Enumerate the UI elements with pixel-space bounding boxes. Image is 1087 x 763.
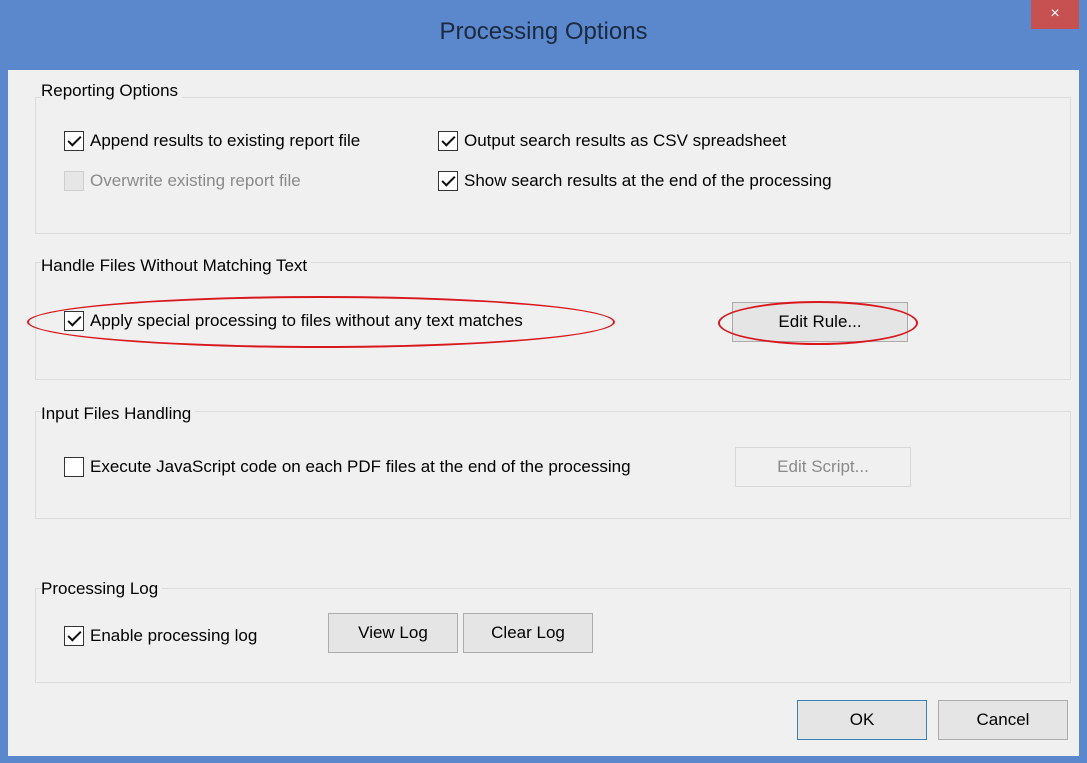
apply-special-processing-checkbox[interactable]: Apply special processing to files withou… — [64, 311, 523, 331]
apply-special-processing-check-icon[interactable] — [64, 311, 84, 331]
enable-processing-log-label: Enable processing log — [90, 626, 258, 645]
output-csv-checkbox[interactable]: Output search results as CSV spreadsheet — [438, 131, 786, 151]
title-bar: Processing Options × — [0, 0, 1087, 70]
view-log-button[interactable]: View Log — [328, 613, 458, 653]
overwrite-report-checkbox[interactable]: Overwrite existing report file — [64, 171, 301, 191]
apply-special-processing-label: Apply special processing to files withou… — [90, 311, 523, 330]
execute-javascript-label: Execute JavaScript code on each PDF file… — [90, 457, 631, 476]
handle-files-label: Handle Files Without Matching Text — [41, 256, 312, 276]
append-results-check-icon[interactable] — [64, 131, 84, 151]
dialog-client-area: Reporting Options Append results to exis… — [8, 70, 1079, 756]
execute-javascript-checkbox[interactable]: Execute JavaScript code on each PDF file… — [64, 457, 631, 477]
enable-processing-log-check-icon[interactable] — [64, 626, 84, 646]
edit-rule-button[interactable]: Edit Rule... — [732, 302, 908, 342]
cancel-button[interactable]: Cancel — [938, 700, 1068, 740]
edit-script-button[interactable]: Edit Script... — [735, 447, 911, 487]
show-results-checkbox[interactable]: Show search results at the end of the pr… — [438, 171, 832, 191]
overwrite-report-label: Overwrite existing report file — [90, 171, 301, 190]
clear-log-button[interactable]: Clear Log — [463, 613, 593, 653]
enable-processing-log-checkbox[interactable]: Enable processing log — [64, 626, 257, 646]
input-files-label: Input Files Handling — [41, 404, 196, 424]
show-results-check-icon[interactable] — [438, 171, 458, 191]
overwrite-report-check-icon[interactable] — [64, 171, 84, 191]
window-title: Processing Options — [439, 18, 648, 45]
show-results-label: Show search results at the end of the pr… — [464, 171, 832, 190]
output-csv-check-icon[interactable] — [438, 131, 458, 151]
reporting-options-label: Reporting Options — [41, 81, 183, 101]
close-button[interactable]: × — [1031, 0, 1079, 29]
append-results-label: Append results to existing report file — [90, 131, 361, 150]
execute-javascript-check-icon[interactable] — [64, 457, 84, 477]
output-csv-label: Output search results as CSV spreadsheet — [464, 131, 787, 150]
processing-log-label: Processing Log — [41, 579, 163, 599]
reporting-options-group — [35, 97, 1071, 234]
ok-button[interactable]: OK — [797, 700, 927, 740]
append-results-checkbox[interactable]: Append results to existing report file — [64, 131, 360, 151]
